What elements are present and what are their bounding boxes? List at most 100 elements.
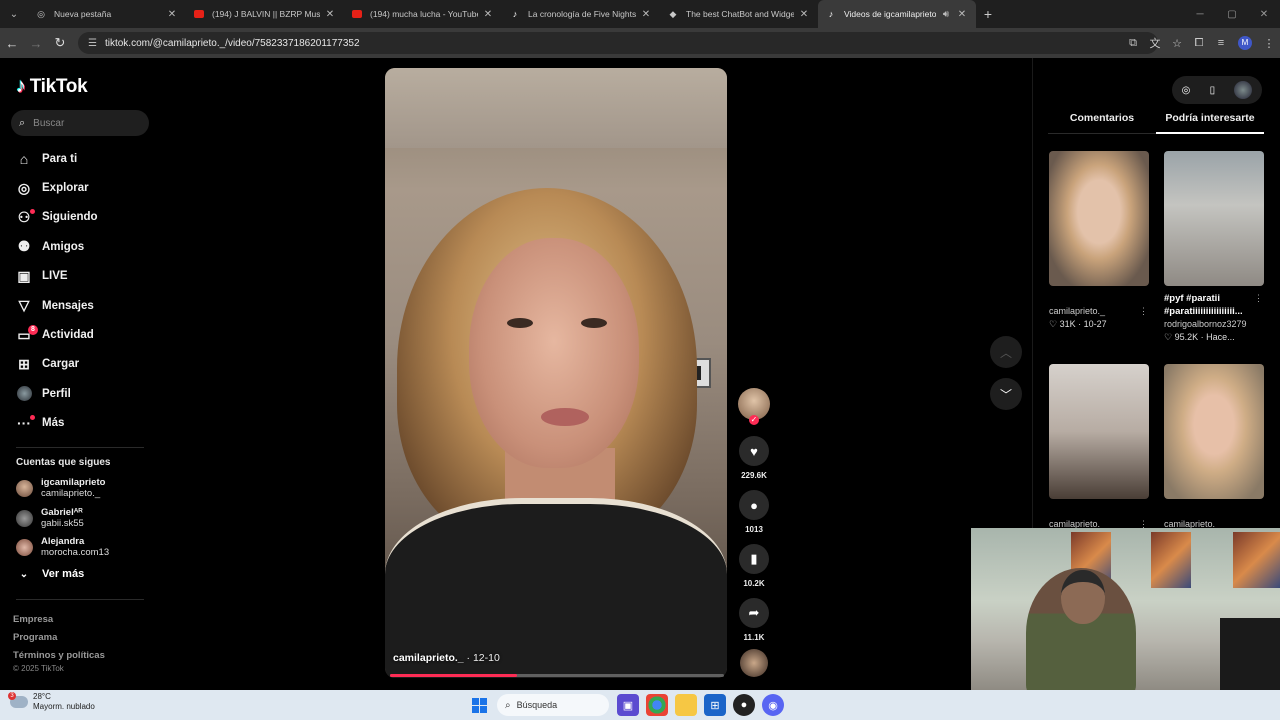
- close-icon[interactable]: ✕: [324, 9, 336, 20]
- compass-icon[interactable]: ◎: [1182, 85, 1191, 96]
- close-icon[interactable]: ✕: [166, 9, 178, 20]
- sidebar-item-label: Actividad: [42, 329, 94, 342]
- following-account[interactable]: Alejandra morocha.com13: [16, 536, 156, 558]
- follow-plus-icon[interactable]: ✓: [749, 415, 759, 425]
- taskbar-search[interactable]: ⌕ Búsqueda: [497, 694, 609, 716]
- chrome-icon[interactable]: [646, 694, 668, 716]
- reload-icon[interactable]: ↻: [48, 35, 72, 51]
- extensions-icon[interactable]: ⧠: [1188, 37, 1210, 50]
- sidebar-item-explorar[interactable]: ◎ Explorar: [0, 173, 160, 202]
- video-player[interactable]: [385, 68, 727, 678]
- avatar[interactable]: [1234, 81, 1253, 99]
- sidebar-item-live[interactable]: ▣ LIVE: [0, 262, 160, 291]
- footer-link-programa[interactable]: Programa: [13, 629, 105, 647]
- heart-icon: ♡: [1164, 332, 1173, 342]
- video-author[interactable]: camilaprieto._: [393, 652, 464, 664]
- suggested-likes: 95.2K: [1174, 332, 1199, 342]
- site-info-icon[interactable]: ☰: [88, 38, 97, 49]
- maximize-icon[interactable]: ▢: [1216, 9, 1248, 20]
- back-icon[interactable]: ←: [0, 36, 24, 51]
- more-options-icon[interactable]: ⋮: [1139, 305, 1148, 318]
- teams-icon[interactable]: ▣: [617, 694, 639, 716]
- previous-video-button[interactable]: ︿: [990, 336, 1022, 368]
- suggested-video-thumbnail[interactable]: [1049, 364, 1149, 499]
- tab-podria-interesarte[interactable]: Podría interesarte: [1156, 112, 1264, 134]
- search-input[interactable]: ⌕ Buscar: [11, 110, 149, 136]
- close-icon[interactable]: ✕: [640, 9, 652, 20]
- share-count: 11.1K: [743, 633, 765, 642]
- new-tab-button[interactable]: +: [976, 6, 1000, 22]
- windows-start-icon[interactable]: [468, 694, 490, 716]
- browser-tab[interactable]: (194) J BALVIN || BZRP Music Se ✕: [186, 0, 344, 28]
- suggested-author[interactable]: rodrigoalbornoz3279: [1164, 318, 1269, 331]
- sidebar-item-perfil[interactable]: Perfil: [0, 379, 160, 408]
- following-account[interactable]: Gabrielᴬᴿ gabii.sk55: [16, 507, 156, 529]
- tab-comentarios[interactable]: Comentarios: [1048, 112, 1156, 134]
- account-name: igcamilaprieto: [41, 477, 106, 488]
- comment-action[interactable]: ● 1013: [737, 490, 771, 534]
- tab-search-icon[interactable]: ⌄: [0, 0, 28, 28]
- friends-icon: ⚉: [17, 238, 31, 255]
- like-action[interactable]: ♥ 229.6K: [737, 436, 771, 480]
- menu-icon[interactable]: ⋮: [1258, 37, 1280, 50]
- close-icon[interactable]: ✕: [956, 9, 968, 20]
- browser-tab-active[interactable]: ♪ Videos de igcamilaprieto (@ 🔊︎ ✕: [818, 0, 976, 28]
- weather-widget[interactable]: 3 28°C Mayorm. nublado: [8, 692, 95, 712]
- comment-icon[interactable]: ●: [739, 490, 769, 520]
- sidebar-item-actividad[interactable]: ▭ Actividad 8: [0, 320, 160, 349]
- translate-icon[interactable]: 文: [1144, 35, 1166, 51]
- close-window-icon[interactable]: ✕: [1248, 9, 1280, 20]
- obs-icon[interactable]: ●: [733, 694, 755, 716]
- device-icon[interactable]: ▯: [1210, 85, 1216, 96]
- store-icon[interactable]: ⊞: [704, 694, 726, 716]
- see-more-button[interactable]: ⌄ Ver más: [16, 568, 84, 580]
- creator-avatar[interactable]: ✓: [738, 388, 770, 425]
- suggested-video-thumbnail[interactable]: [1164, 151, 1264, 286]
- bookmark-star-icon[interactable]: ☆: [1166, 37, 1188, 50]
- video-frame-face: [469, 238, 639, 468]
- share-icon[interactable]: ➦: [739, 598, 769, 628]
- bookmark-icon[interactable]: ▮: [739, 544, 769, 574]
- profile-avatar[interactable]: M: [1238, 36, 1252, 50]
- next-video-button[interactable]: ﹀: [990, 378, 1022, 410]
- suggested-video-thumbnail[interactable]: [1049, 151, 1149, 286]
- browser-tab[interactable]: ♪ La cronología de Five Nights at ✕: [502, 0, 660, 28]
- account-handle: camilaprieto._: [41, 488, 101, 499]
- sidebar-item-label: Explorar: [42, 182, 89, 195]
- close-icon[interactable]: ✕: [798, 9, 810, 20]
- sidebar-item-mensajes[interactable]: ▽ Mensajes: [0, 291, 160, 320]
- sidebar-item-amigos[interactable]: ⚉ Amigos: [0, 232, 160, 261]
- heart-icon[interactable]: ♥: [739, 436, 769, 466]
- browser-tab[interactable]: (194) mucha lucha - YouTube ✕: [344, 0, 502, 28]
- file-explorer-icon[interactable]: [675, 694, 697, 716]
- url-field[interactable]: ☰ tiktok.com/@camilaprieto._/video/75823…: [78, 32, 1158, 54]
- video-progress-bar[interactable]: [390, 674, 724, 677]
- media-icon[interactable]: ≡: [1210, 37, 1232, 49]
- discord-icon[interactable]: ◉: [762, 694, 784, 716]
- install-icon[interactable]: ⧉: [1122, 37, 1144, 50]
- sidebar-item-cargar[interactable]: ⊞ Cargar: [0, 350, 160, 379]
- close-icon[interactable]: ✕: [482, 9, 494, 20]
- sidebar-item-mas[interactable]: ··· Más: [0, 409, 160, 438]
- sidebar-item-siguiendo[interactable]: ⚇ Siguiendo: [0, 203, 160, 232]
- video-caption[interactable]: camilaprieto._ · 12-10: [393, 652, 500, 664]
- following-account[interactable]: igcamilaprieto camilaprieto._: [16, 477, 156, 499]
- suggested-video-thumbnail[interactable]: [1164, 364, 1264, 499]
- music-disc[interactable]: [740, 649, 768, 677]
- footer-link-terminos[interactable]: Términos y políticas: [13, 647, 105, 665]
- footer-link-empresa[interactable]: Empresa: [13, 611, 105, 629]
- forward-icon[interactable]: →: [24, 36, 48, 51]
- search-placeholder: Buscar: [33, 117, 65, 129]
- sidebar-item-para-ti[interactable]: ⌂ Para ti: [0, 144, 160, 173]
- save-action[interactable]: ▮ 10.2K: [737, 544, 771, 588]
- minimize-icon[interactable]: ─: [1184, 9, 1216, 20]
- more-options-icon[interactable]: ⋮: [1254, 292, 1263, 305]
- share-action[interactable]: ➦ 11.1K: [737, 598, 771, 642]
- globe-icon: ◎: [37, 8, 45, 19]
- browser-tab[interactable]: ◆ The best ChatBot and Widgets ✕: [660, 0, 818, 28]
- suggested-video-meta: camilaprieto._ ♡ 31K · 10-27 ⋮: [1049, 305, 1154, 331]
- see-more-label: Ver más: [42, 568, 85, 580]
- browser-tab[interactable]: ◎ Nueva pestaña ✕: [28, 0, 186, 28]
- audio-icon[interactable]: 🔊︎: [940, 9, 952, 20]
- tiktok-logo[interactable]: ♪ TikTok: [16, 75, 88, 98]
